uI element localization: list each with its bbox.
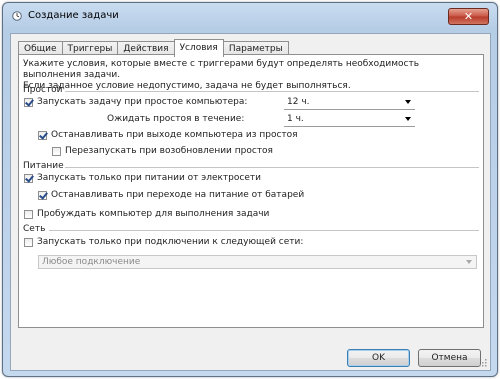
chevron-down-icon: [405, 100, 411, 104]
window-title: Создание задачи: [28, 10, 119, 21]
wake-to-run-label: Пробуждать компьютер для выполнения зада…: [37, 209, 270, 219]
wait-idle-label: Ожидать простоя в течение:: [107, 114, 245, 124]
tab-conditions[interactable]: Условия: [173, 39, 224, 57]
section-title-network: Сеть: [23, 224, 46, 234]
dialog-client-area: Общие Триггеры Действия Условия Параметр…: [10, 33, 491, 371]
ac-power-only-checkbox[interactable]: [24, 174, 33, 183]
description-line-1: Укажите условия, которые вместе с тригге…: [23, 59, 419, 80]
description-text: Укажите условия, которые вместе с тригге…: [23, 59, 479, 92]
section-title-power: Питание: [23, 161, 64, 171]
section-divider: [65, 167, 479, 168]
chevron-down-icon: [405, 117, 411, 121]
tab-strip: Общие Триггеры Действия Условия Параметр…: [18, 39, 289, 57]
restart-on-idle-label: Перезапускать при возобновлении простоя: [65, 146, 273, 156]
ac-power-only-label: Запускать только при питании от электрос…: [37, 173, 261, 183]
stop-on-battery-label: Останавливать при переходе на питание от…: [51, 190, 305, 200]
chevron-down-icon: [466, 260, 472, 264]
network-select[interactable]: Любое подключение: [38, 255, 477, 269]
task-dialog-window: Создание задачи ✕ Общие Триггеры Действи…: [2, 2, 498, 377]
network-condition-label: Запускать только при подключении к следу…: [37, 237, 304, 247]
cancel-button[interactable]: Отмена: [418, 349, 481, 367]
section-title-idle: Простой: [23, 85, 63, 95]
title-bar[interactable]: Создание задачи ✕: [3, 3, 497, 31]
network-condition-checkbox[interactable]: [24, 238, 33, 247]
start-if-idle-label: Запускать задачу при простое компьютера:: [37, 97, 248, 107]
wake-to-run-checkbox[interactable]: [24, 210, 33, 219]
restart-on-idle-checkbox[interactable]: [52, 147, 61, 156]
close-button[interactable]: ✕: [448, 8, 489, 25]
resize-grip-icon[interactable]: [479, 359, 487, 367]
idle-duration-value: 12 ч.: [287, 97, 310, 107]
wait-idle-value: 1 ч.: [287, 114, 304, 124]
network-value: Любое подключение: [42, 257, 141, 267]
idle-duration-select[interactable]: 12 ч.: [284, 96, 415, 110]
stop-on-battery-checkbox[interactable]: [38, 191, 47, 200]
stop-on-idle-end-checkbox[interactable]: [38, 131, 47, 140]
section-divider: [65, 91, 479, 92]
section-divider: [49, 230, 479, 231]
stop-on-idle-end-label: Останавливать при выходе компьютера из п…: [51, 130, 298, 140]
ok-button[interactable]: OK: [347, 349, 410, 367]
start-if-idle-checkbox[interactable]: [24, 98, 33, 107]
conditions-panel: Укажите условия, которые вместе с тригге…: [18, 54, 484, 328]
wait-idle-select[interactable]: 1 ч.: [284, 113, 415, 127]
clock-icon: [12, 11, 22, 21]
